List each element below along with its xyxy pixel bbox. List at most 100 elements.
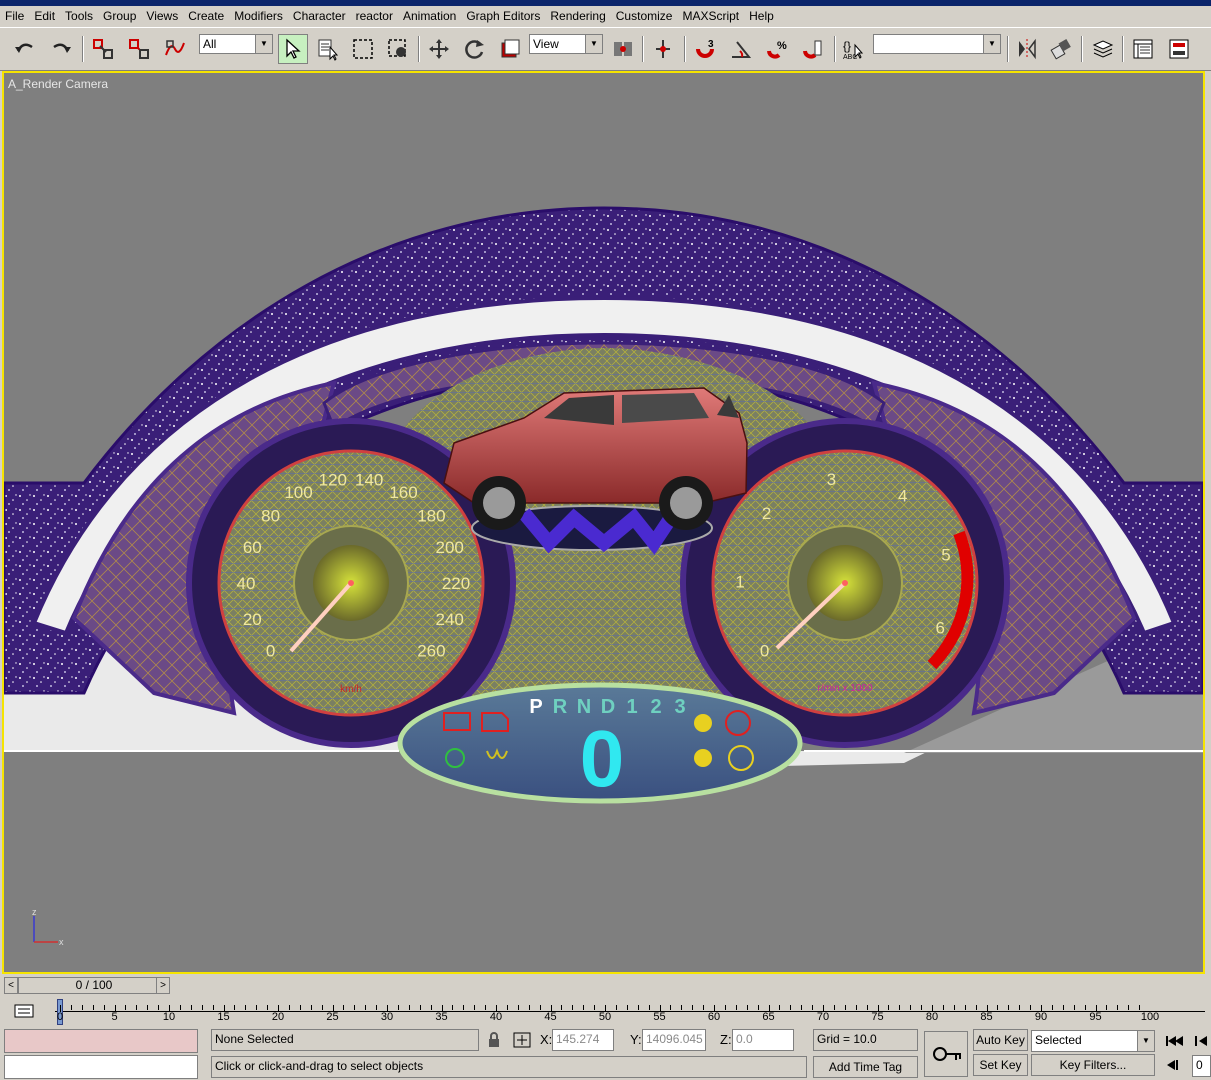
speed-tick-label: 0 (266, 642, 275, 661)
time-slider[interactable]: 0 / 100 (18, 977, 170, 994)
select-by-name-icon[interactable] (313, 34, 343, 64)
gear-indicator-letter: R (553, 696, 568, 718)
svg-text:{}: {} (843, 39, 851, 53)
current-frame-field[interactable]: 0 (1192, 1055, 1211, 1077)
render-camera-viewport[interactable]: A_Render Camera 0 20 40 60 80 100 120 14… (2, 71, 1205, 974)
layer-manager-icon[interactable] (1088, 34, 1118, 64)
gear-indicator-letter: 1 (626, 696, 637, 718)
schematic-view-icon[interactable] (1164, 34, 1194, 64)
mirror-icon[interactable] (1012, 34, 1042, 64)
menu-rendering[interactable]: Rendering (545, 6, 610, 26)
go-to-start-icon[interactable] (1163, 1033, 1185, 1049)
menu-create[interactable]: Create (183, 6, 229, 26)
speed-tick-label: 140 (355, 471, 383, 490)
menu-group[interactable]: Group (98, 6, 141, 26)
spinner-snap-icon[interactable] (798, 34, 828, 64)
percent-snap-icon[interactable]: % (762, 34, 792, 64)
svg-text:x: x (59, 937, 64, 947)
menu-reactor[interactable]: reactor (351, 6, 398, 26)
edit-named-selection-icon[interactable]: {} ABC (838, 34, 868, 64)
track-bar[interactable]: 0 5 10 15 20 25 30 35 40 45 50 55 60 65 70 75 80 85 90 95 10… (0, 997, 1211, 1027)
rpm-tick-label: 2 (762, 504, 771, 523)
timeline-tick-label: 60 (707, 1011, 721, 1023)
menu-maxscript[interactable]: MAXScript (677, 6, 744, 26)
gear-indicator-letter: P (529, 696, 542, 718)
timeline-tick-label: 85 (980, 1011, 993, 1023)
timeline-tick-label: 30 (380, 1011, 394, 1023)
select-and-manipulate-icon[interactable] (648, 34, 678, 64)
select-and-link-icon[interactable] (88, 34, 118, 64)
align-icon[interactable] (1046, 34, 1076, 64)
use-pivot-center-icon[interactable] (608, 34, 638, 64)
speed-tick-label: 240 (436, 610, 464, 629)
y-coordinate-field[interactable]: 14096.045 (642, 1029, 706, 1051)
rpm-tick-label: 1 (735, 573, 744, 592)
menu-graph-editors[interactable]: Graph Editors (461, 6, 545, 26)
select-object-icon[interactable] (278, 34, 308, 64)
rpm-tick-label: 6 (935, 618, 944, 637)
rotate-icon[interactable] (460, 34, 490, 64)
timeline-tick-label: 80 (925, 1011, 939, 1023)
speed-tick-label: 200 (436, 538, 464, 557)
bind-to-space-warp-icon[interactable] (160, 34, 190, 64)
window-crossing-icon[interactable] (383, 34, 413, 64)
absolute-mode-icon[interactable] (512, 1031, 532, 1049)
timeline-tick-label: 70 (816, 1011, 830, 1023)
menu-help[interactable]: Help (744, 6, 779, 26)
lock-selection-icon[interactable] (486, 1031, 502, 1049)
airbag-icon (694, 749, 712, 767)
key-mode-toggle-icon[interactable] (1163, 1057, 1185, 1073)
reference-coordinate-dropdown[interactable]: View ▼ (529, 34, 603, 54)
timeline-tick-label: 100 (1140, 1011, 1160, 1023)
prompt-line: Click or click-and-drag to select object… (211, 1056, 807, 1078)
scale-icon[interactable] (495, 34, 525, 64)
speed-tick-label: 160 (389, 483, 417, 502)
timeline-tick-label: 65 (762, 1011, 775, 1023)
move-icon[interactable] (424, 34, 454, 64)
timeline-tick-label: 35 (435, 1011, 448, 1023)
menu-customize[interactable]: Customize (611, 6, 678, 26)
timeline-tick-label: 10 (162, 1011, 176, 1023)
time-slider-prev[interactable]: < (4, 977, 18, 994)
set-key-mode-icon[interactable] (924, 1031, 968, 1077)
timeline-tick-label: 75 (871, 1011, 884, 1023)
menu-views[interactable]: Views (141, 6, 183, 26)
x-coordinate-field[interactable]: 145.274 (552, 1029, 614, 1051)
speed-tick-label: 60 (243, 538, 262, 557)
menu-file[interactable]: File (0, 6, 29, 26)
svg-text:3: 3 (708, 39, 714, 50)
named-selection-dropdown[interactable]: ▼ (873, 34, 1001, 54)
redo-icon[interactable] (46, 34, 76, 64)
set-key-button[interactable]: Set Key (973, 1054, 1028, 1076)
rectangular-selection-icon[interactable] (348, 34, 378, 64)
digital-speed-readout: 0 (580, 714, 625, 803)
speed-tick-label: 220 (442, 574, 470, 593)
menu-modifiers[interactable]: Modifiers (229, 6, 288, 26)
time-slider-next[interactable]: > (156, 977, 170, 994)
rpm-tick-label: 4 (898, 486, 907, 505)
svg-text:z: z (32, 908, 37, 917)
auto-key-button[interactable]: Auto Key (973, 1029, 1028, 1051)
maxscript-listener-mini[interactable] (4, 1029, 198, 1053)
menu-character[interactable]: Character (288, 6, 351, 26)
previous-frame-icon[interactable] (1192, 1033, 1211, 1049)
grid-status: Grid = 10.0 (813, 1029, 918, 1051)
svg-text:%: % (777, 40, 787, 52)
undo-icon[interactable] (10, 34, 40, 64)
maxscript-input[interactable] (4, 1055, 198, 1079)
menu-tools[interactable]: Tools (60, 6, 98, 26)
angle-snap-icon[interactable] (726, 34, 756, 64)
curve-editor-icon[interactable] (1128, 34, 1158, 64)
snaps-toggle-icon[interactable]: 3 (690, 34, 720, 64)
key-mode-dropdown[interactable]: Selected ▼ (1031, 1030, 1155, 1052)
unlink-selection-icon[interactable] (124, 34, 154, 64)
menu-animation[interactable]: Animation (398, 6, 461, 26)
z-coordinate-field[interactable]: 0.0 (732, 1029, 794, 1051)
timeline-tick-label: 95 (1089, 1011, 1102, 1023)
main-toolbar: All ▼ View ▼ 3 % {} ABC ▼ (0, 27, 1211, 71)
add-time-tag-button[interactable]: Add Time Tag (813, 1056, 918, 1078)
track-bar-toggle-icon[interactable] (14, 1001, 34, 1021)
selection-filter-dropdown[interactable]: All ▼ (199, 34, 273, 54)
menu-edit[interactable]: Edit (29, 6, 60, 26)
key-filters-button[interactable]: Key Filters... (1031, 1054, 1155, 1076)
